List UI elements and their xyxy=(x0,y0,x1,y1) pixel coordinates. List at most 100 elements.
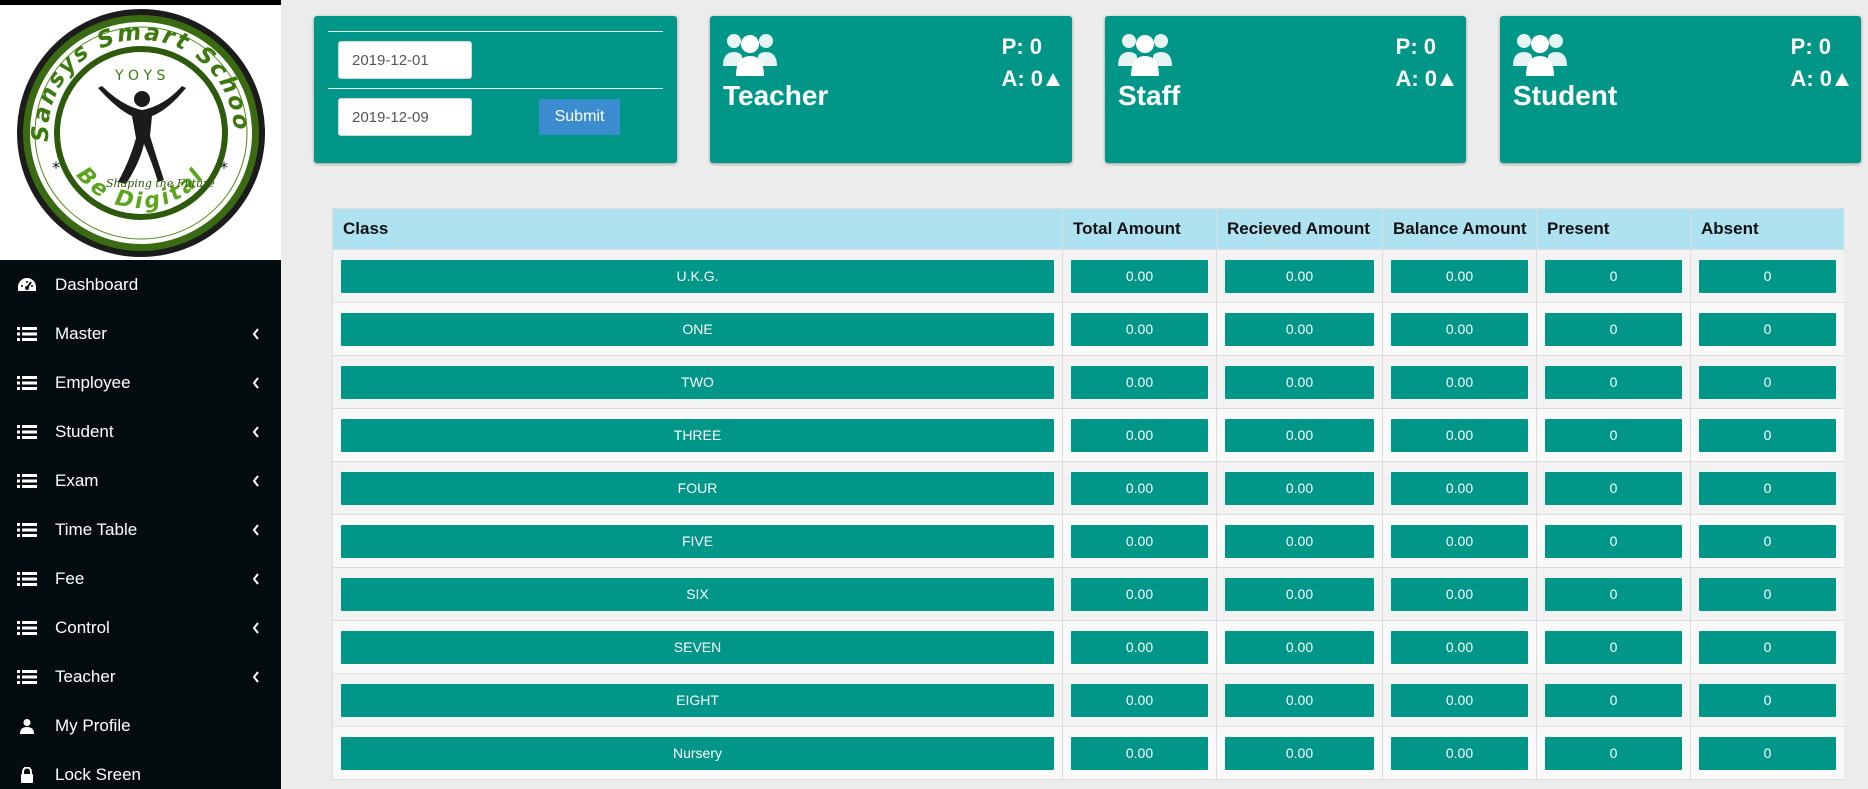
total-amount-button[interactable]: 0.00 xyxy=(1071,418,1208,452)
sidebar-item-master[interactable]: Master xyxy=(0,309,281,358)
sidebar-item-employee[interactable]: Employee xyxy=(0,358,281,407)
present-button[interactable]: 0 xyxy=(1545,418,1682,452)
present-button[interactable]: 0 xyxy=(1545,259,1682,293)
balance-amount-button[interactable]: 0.00 xyxy=(1391,577,1528,611)
class-button[interactable]: EIGHT xyxy=(341,683,1054,717)
balance-amount-button[interactable]: 0.00 xyxy=(1391,365,1528,399)
present-count: P: 0 xyxy=(1790,34,1831,59)
table-cell: 0 xyxy=(1690,302,1844,356)
table-cell: 0 xyxy=(1536,514,1691,568)
student-stat-card[interactable]: Student P: 0 A: 0 xyxy=(1500,16,1861,163)
table-cell: 0.00 xyxy=(1062,355,1217,409)
table-cell: 0 xyxy=(1536,355,1691,409)
table-cell: 0.00 xyxy=(1382,514,1537,568)
balance-amount-button[interactable]: 0.00 xyxy=(1391,736,1528,770)
received-amount-button[interactable]: 0.00 xyxy=(1225,365,1374,399)
class-button[interactable]: ONE xyxy=(341,312,1054,346)
class-button[interactable]: U.K.G. xyxy=(341,259,1054,293)
present-button[interactable]: 0 xyxy=(1545,312,1682,346)
table-cell: 0 xyxy=(1690,567,1844,621)
table-cell: 0.00 xyxy=(1062,567,1217,621)
table-cell: 0 xyxy=(1690,461,1844,515)
sidebar-item-lock-screen[interactable]: Lock Sreen xyxy=(0,750,281,789)
to-date-input[interactable] xyxy=(338,98,472,136)
teacher-stat-card[interactable]: Teacher P: 0 A: 0 xyxy=(710,16,1072,163)
received-amount-button[interactable]: 0.00 xyxy=(1225,259,1374,293)
absent-button[interactable]: 0 xyxy=(1699,365,1836,399)
received-amount-button[interactable]: 0.00 xyxy=(1225,630,1374,664)
table-cell: 0 xyxy=(1690,673,1844,727)
class-button[interactable]: FIVE xyxy=(341,524,1054,558)
from-date-input[interactable] xyxy=(338,41,472,79)
users-icon xyxy=(1118,34,1172,76)
school-logo[interactable]: Sansys Smart School Be Digital * * Y O Y… xyxy=(0,5,281,260)
sidebar-item-student[interactable]: Student xyxy=(0,407,281,456)
absent-button[interactable]: 0 xyxy=(1699,418,1836,452)
chevron-left-icon xyxy=(252,425,259,438)
total-amount-button[interactable]: 0.00 xyxy=(1071,312,1208,346)
present-button[interactable]: 0 xyxy=(1545,577,1682,611)
column-header: Present xyxy=(1536,208,1691,250)
present-button[interactable]: 0 xyxy=(1545,630,1682,664)
received-amount-button[interactable]: 0.00 xyxy=(1225,312,1374,346)
total-amount-button[interactable]: 0.00 xyxy=(1071,683,1208,717)
class-button[interactable]: THREE xyxy=(341,418,1054,452)
absent-button[interactable]: 0 xyxy=(1699,683,1836,717)
balance-amount-button[interactable]: 0.00 xyxy=(1391,259,1528,293)
table-cell: 0 xyxy=(1690,249,1844,303)
total-amount-button[interactable]: 0.00 xyxy=(1071,365,1208,399)
total-amount-button[interactable]: 0.00 xyxy=(1071,630,1208,664)
total-amount-button[interactable]: 0.00 xyxy=(1071,736,1208,770)
absent-count: A: 0 xyxy=(1395,66,1437,91)
class-button[interactable]: Nursery xyxy=(341,736,1054,770)
received-amount-button[interactable]: 0.00 xyxy=(1225,471,1374,505)
absent-button[interactable]: 0 xyxy=(1699,471,1836,505)
sidebar-item-control[interactable]: Control xyxy=(0,603,281,652)
received-amount-button[interactable]: 0.00 xyxy=(1225,683,1374,717)
table-cell: 0.00 xyxy=(1216,514,1383,568)
absent-button[interactable]: 0 xyxy=(1699,259,1836,293)
received-amount-button[interactable]: 0.00 xyxy=(1225,736,1374,770)
caret-up-icon xyxy=(1835,72,1849,86)
total-amount-button[interactable]: 0.00 xyxy=(1071,577,1208,611)
balance-amount-button[interactable]: 0.00 xyxy=(1391,312,1528,346)
balance-amount-button[interactable]: 0.00 xyxy=(1391,630,1528,664)
received-amount-button[interactable]: 0.00 xyxy=(1225,577,1374,611)
absent-button[interactable]: 0 xyxy=(1699,736,1836,770)
present-button[interactable]: 0 xyxy=(1545,471,1682,505)
balance-amount-button[interactable]: 0.00 xyxy=(1391,418,1528,452)
sidebar-item-exam[interactable]: Exam xyxy=(0,456,281,505)
class-button[interactable]: TWO xyxy=(341,365,1054,399)
balance-amount-button[interactable]: 0.00 xyxy=(1391,683,1528,717)
submit-button[interactable]: Submit xyxy=(539,99,620,135)
class-button[interactable]: SEVEN xyxy=(341,630,1054,664)
chevron-left-icon xyxy=(252,572,259,585)
received-amount-button[interactable]: 0.00 xyxy=(1225,524,1374,558)
total-amount-button[interactable]: 0.00 xyxy=(1071,471,1208,505)
sidebar-item-dashboard[interactable]: Dashboard xyxy=(0,260,281,309)
class-button[interactable]: SIX xyxy=(341,577,1054,611)
present-button[interactable]: 0 xyxy=(1545,365,1682,399)
absent-button[interactable]: 0 xyxy=(1699,630,1836,664)
table-cell: 0.00 xyxy=(1216,673,1383,727)
class-button[interactable]: FOUR xyxy=(341,471,1054,505)
balance-amount-button[interactable]: 0.00 xyxy=(1391,471,1528,505)
present-button[interactable]: 0 xyxy=(1545,524,1682,558)
lock-icon xyxy=(16,766,38,784)
received-amount-button[interactable]: 0.00 xyxy=(1225,418,1374,452)
total-amount-button[interactable]: 0.00 xyxy=(1071,259,1208,293)
sidebar-item-fee[interactable]: Fee xyxy=(0,554,281,603)
balance-amount-button[interactable]: 0.00 xyxy=(1391,524,1528,558)
table-cell: 0.00 xyxy=(1062,620,1217,674)
sidebar-item-my-profile[interactable]: My Profile xyxy=(0,701,281,750)
sidebar-item-time-table[interactable]: Time Table xyxy=(0,505,281,554)
absent-button[interactable]: 0 xyxy=(1699,524,1836,558)
sidebar-item-teacher[interactable]: Teacher xyxy=(0,652,281,701)
present-button[interactable]: 0 xyxy=(1545,736,1682,770)
present-button[interactable]: 0 xyxy=(1545,683,1682,717)
absent-button[interactable]: 0 xyxy=(1699,577,1836,611)
users-icon xyxy=(1513,34,1567,76)
total-amount-button[interactable]: 0.00 xyxy=(1071,524,1208,558)
staff-stat-card[interactable]: Staff P: 0 A: 0 xyxy=(1105,16,1466,163)
absent-button[interactable]: 0 xyxy=(1699,312,1836,346)
